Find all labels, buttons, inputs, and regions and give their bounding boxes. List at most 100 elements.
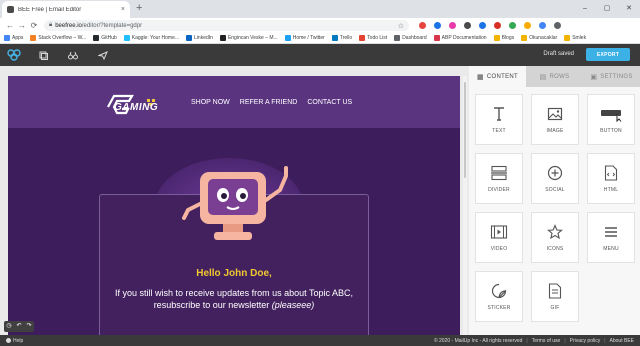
about-link[interactable]: About BEE <box>610 338 634 344</box>
tab-rows-label: ROWS <box>549 73 570 80</box>
extension-icon[interactable] <box>490 21 505 31</box>
bookmark-label: Blogs <box>501 35 515 41</box>
extension-icon[interactable] <box>430 21 445 31</box>
redo-icon[interactable]: ↷ <box>24 321 34 332</box>
nav-contact-us[interactable]: CONTACT US <box>307 99 352 106</box>
bookmark-item[interactable]: Kaggle: Your Home... <box>123 35 180 41</box>
history-icon[interactable]: ◷ <box>4 321 14 332</box>
block-text[interactable]: TEXT <box>475 94 523 145</box>
block-image[interactable]: IMAGE <box>531 94 579 145</box>
social-icon <box>547 165 563 180</box>
extension-icon[interactable] <box>415 21 430 31</box>
block-social[interactable]: SOCIAL <box>531 153 579 204</box>
bookmark-favicon-icon <box>433 35 440 41</box>
extension-icon[interactable] <box>475 21 490 31</box>
block-icons[interactable]: ICONS <box>531 212 579 263</box>
button-icon <box>601 109 622 122</box>
privacy-link[interactable]: Privacy policy <box>570 338 601 344</box>
bookmark-favicon-icon <box>186 35 193 41</box>
sticker-icon <box>491 283 507 298</box>
block-divider-label: DIVIDER <box>488 186 510 193</box>
bee-favicon-icon <box>7 6 14 13</box>
bookmark-item[interactable]: Stack Overflow – W... <box>30 35 86 41</box>
bookmark-item[interactable]: Blogs <box>493 35 515 41</box>
close-window-button[interactable]: ✕ <box>618 0 640 18</box>
bookmark-item[interactable]: Engincan Veske – M... <box>219 35 278 41</box>
rows-icon: ▤ <box>539 73 547 81</box>
bookmark-item[interactable]: Smlek <box>564 35 586 41</box>
bookmark-label: Apps <box>12 35 24 41</box>
save-icon[interactable] <box>28 44 58 66</box>
block-button[interactable]: BUTTON <box>587 94 635 145</box>
help-link[interactable]: Help <box>6 338 23 344</box>
bookmark-item[interactable]: Home / Twitter <box>284 35 325 41</box>
message-text[interactable]: If you still wish to receive updates fro… <box>113 287 355 311</box>
export-button[interactable]: EXPORT <box>586 48 630 61</box>
gaming-logo[interactable]: GAMING <box>104 93 164 124</box>
extension-icon[interactable] <box>550 21 565 31</box>
tab-content-label: CONTENT <box>486 73 519 80</box>
bookmark-label: Kaggle: Your Home... <box>131 35 180 41</box>
bee-logo-icon[interactable] <box>0 44 28 66</box>
bookmark-item[interactable]: Trello <box>331 35 352 41</box>
browser-tab[interactable]: BEE Free | Email Editor × <box>2 1 130 18</box>
preview-icon[interactable] <box>58 44 88 66</box>
minimize-button[interactable]: – <box>574 0 596 18</box>
new-tab-button[interactable]: + <box>136 3 142 14</box>
maximize-button[interactable]: ▢ <box>596 0 618 18</box>
greeting-heading[interactable]: Hello John Doe, <box>8 268 460 279</box>
terms-link[interactable]: Terms of use <box>532 338 561 344</box>
extension-icon[interactable] <box>520 21 535 31</box>
block-divider[interactable]: DIVIDER <box>475 153 523 204</box>
bookmark-item[interactable]: Todo List <box>359 35 387 41</box>
content-blocks: TEXT IMAGE BUTTON DIVIDER SOCIAL HTML VI… <box>475 94 635 322</box>
reload-button[interactable]: ⟳ <box>28 21 40 30</box>
draft-status: Draft saved <box>543 51 574 57</box>
star-icon <box>547 223 563 239</box>
message-body: If you still wish to receive updates fro… <box>115 288 353 310</box>
tab-rows[interactable]: ▤ ROWS <box>526 66 583 87</box>
bookmark-label: Engincan Veske – M... <box>227 35 278 41</box>
block-html-label: HTML <box>603 186 619 193</box>
send-test-icon[interactable] <box>88 44 118 66</box>
bookmark-favicon-icon <box>93 35 100 41</box>
bookmark-item[interactable]: ABP Documentation <box>433 35 487 41</box>
extension-icon[interactable] <box>445 21 460 31</box>
extension-icon[interactable] <box>505 21 520 31</box>
extension-icon[interactable] <box>460 21 475 31</box>
bookmark-favicon-icon <box>4 35 10 41</box>
tab-content[interactable]: ▦ CONTENT <box>469 66 526 87</box>
scrollbar-thumb[interactable] <box>464 82 466 178</box>
block-gif-label: GIF <box>550 304 560 311</box>
bookmark-item[interactable]: LinkedIn <box>186 35 213 41</box>
extension-badge-icon <box>494 22 501 29</box>
bookmark-star-icon[interactable]: ☆ <box>398 22 404 30</box>
block-sticker-label: STICKER <box>487 304 511 311</box>
bookmark-favicon-icon <box>123 35 130 41</box>
bookmark-label: Home / Twitter <box>292 35 325 41</box>
forward-button[interactable]: → <box>16 21 28 30</box>
block-menu[interactable]: MENU <box>587 212 635 263</box>
email-canvas[interactable]: GAMING SHOP NOW REFER A FRIEND CONTACT U… <box>8 76 460 335</box>
tab-settings[interactable]: ▣ SETTINGS <box>583 66 640 87</box>
bookmark-item[interactable]: Dashboard <box>394 35 427 41</box>
grid-icon: ▦ <box>476 73 484 81</box>
email-header[interactable]: GAMING SHOP NOW REFER A FRIEND CONTACT U… <box>8 76 460 128</box>
block-gif[interactable]: GIF <box>531 271 579 322</box>
nav-refer-a-friend[interactable]: REFER A FRIEND <box>240 99 298 106</box>
bookmark-item[interactable]: GitHub <box>93 35 117 41</box>
nav-shop-now[interactable]: SHOP NOW <box>191 99 230 106</box>
canvas-scrollbar[interactable] <box>463 76 467 335</box>
block-sticker[interactable]: STICKER <box>475 271 523 322</box>
undo-icon[interactable]: ↶ <box>14 321 24 332</box>
back-button[interactable]: ← <box>4 21 16 30</box>
block-html[interactable]: HTML <box>587 153 635 204</box>
block-video[interactable]: VIDEO <box>475 212 523 263</box>
extension-icon[interactable] <box>535 21 550 31</box>
tab-close-icon[interactable]: × <box>121 6 125 13</box>
address-bar[interactable]: 🔒︎ beefree.io /editor/?template=gdpr ☆ <box>44 20 409 31</box>
email-hero[interactable]: Hello John Doe, If you still wish to rec… <box>8 128 460 335</box>
footer-separator: | <box>526 337 528 344</box>
bookmark-item[interactable]: Okunacaklar <box>521 35 557 41</box>
bookmark-item[interactable]: Apps <box>4 35 23 41</box>
